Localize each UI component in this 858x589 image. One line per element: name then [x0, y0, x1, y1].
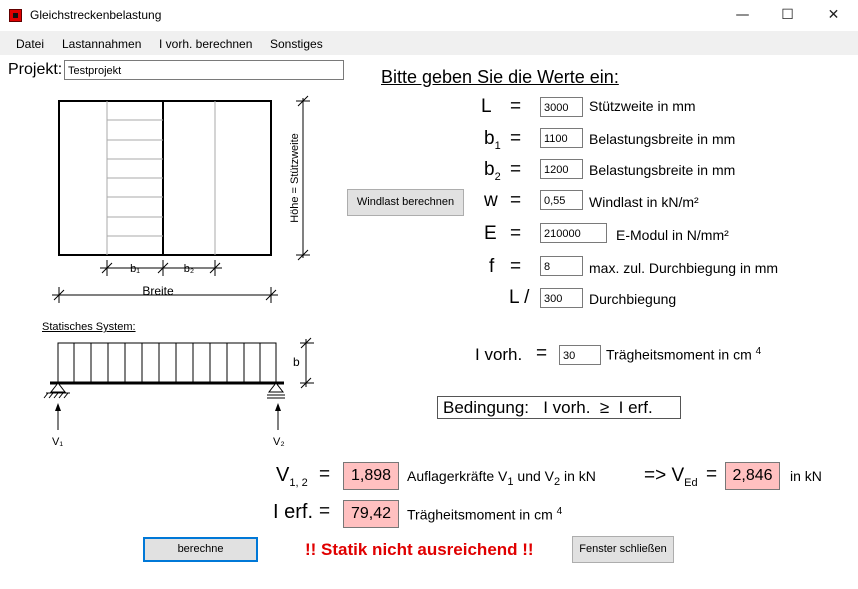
b2-symbol: b2 [484, 159, 501, 183]
e-symbol: E [484, 223, 497, 244]
b2-input[interactable]: 1200 [540, 159, 583, 179]
e-desc: E-Modul in N/mm² [616, 227, 729, 243]
e-input[interactable]: 210000 [540, 223, 607, 243]
l-ratio-symbol: L / [509, 287, 530, 308]
b1-equals: = [510, 128, 522, 149]
hoehe-label: Höhe = Stützweite [289, 133, 301, 223]
ved-symbol: => VEd [644, 465, 698, 489]
berechne-button[interactable]: berechne [143, 537, 258, 562]
f-desc: max. zul. Durchbiegung in mm [589, 260, 779, 276]
app-icon [9, 9, 22, 22]
cross-section-diagram: Höhe = Stützweite b₁ b₂ Breite [52, 95, 310, 303]
ierf-equals: = [319, 501, 331, 522]
close-window-button[interactable]: ✕ [811, 0, 856, 31]
ved-equals: = [706, 464, 718, 485]
ierf-result: 79,42 [343, 500, 399, 528]
w-desc: Windlast in kN/m² [589, 194, 699, 210]
f-equals: = [510, 256, 522, 277]
menu-sonstiges[interactable]: Sonstiges [270, 37, 323, 51]
ved-result: 2,846 [725, 462, 780, 490]
b1-desc: Belastungsbreite in mm [589, 131, 736, 147]
ivorh-symbol: I vorh. [475, 345, 523, 364]
ierf-desc: Trägheitsmoment in cm 4 [407, 506, 563, 523]
input-heading: Bitte geben Sie die Werte ein: [381, 67, 619, 87]
v12-result: 1,898 [343, 462, 399, 490]
b1-input[interactable]: 1100 [540, 128, 583, 148]
l-desc: Stützweite in mm [589, 98, 696, 114]
ivorh-input[interactable]: 30 [559, 345, 601, 365]
windlast-berechnen-button[interactable]: Windlast berechnen [347, 189, 464, 216]
l-ratio-input[interactable]: 300 [540, 288, 583, 308]
b-label: b [293, 355, 300, 369]
maximize-button[interactable]: ☐ [765, 0, 810, 31]
w-equals: = [510, 190, 522, 211]
window-title: Gleichstreckenbelastung [30, 8, 162, 22]
menu-i-vorh-berechnen[interactable]: I vorh. berechnen [159, 37, 252, 51]
b2-desc: Belastungsbreite in mm [589, 162, 736, 178]
f-symbol: f [489, 256, 495, 277]
minimize-button[interactable]: — [720, 0, 765, 31]
v2-label: V₂ [273, 436, 285, 448]
menu-lastannahmen[interactable]: Lastannahmen [62, 37, 141, 51]
static-system-diagram: V₁ V₂ b [43, 337, 314, 448]
menu-datei[interactable]: Datei [16, 37, 44, 51]
v12-symbol: V1, 2 [276, 464, 308, 489]
ivorh-equals: = [536, 343, 548, 364]
bedingung-box: Bedingung: I vorh. ≥ I erf. [437, 396, 681, 419]
b1-label: b₁ [130, 263, 140, 275]
w-input[interactable]: 0,55 [540, 190, 583, 210]
l-symbol: L [481, 96, 492, 117]
fenster-schliessen-button[interactable]: Fenster schließen [572, 536, 674, 563]
projekt-label: Projekt: [8, 61, 63, 78]
ierf-symbol: I erf. [273, 501, 314, 523]
l-equals: = [510, 96, 522, 117]
breite-label: Breite [142, 284, 174, 298]
v1-label: V₁ [52, 436, 63, 448]
w-symbol: w [484, 190, 498, 211]
ivorh-desc: Trägheitsmoment in cm 4 [606, 346, 762, 363]
v12-desc: Auflagerkräfte V1 und V2 in kN [407, 468, 596, 488]
b2-label: b₂ [184, 263, 194, 275]
b1-symbol: b1 [484, 128, 501, 152]
warning-text: !! Statik nicht ausreichend !! [305, 540, 534, 559]
l-ratio-desc: Durchbiegung [589, 291, 677, 307]
e-equals: = [510, 223, 522, 244]
b2-equals: = [510, 159, 522, 180]
ved-unit: in kN [790, 468, 822, 484]
l-input[interactable]: 3000 [540, 97, 583, 117]
statisches-system-label: Statisches System: [42, 321, 136, 333]
projekt-input[interactable]: Testprojekt [64, 60, 344, 80]
v12-equals: = [319, 464, 331, 485]
f-input[interactable]: 8 [540, 256, 583, 276]
